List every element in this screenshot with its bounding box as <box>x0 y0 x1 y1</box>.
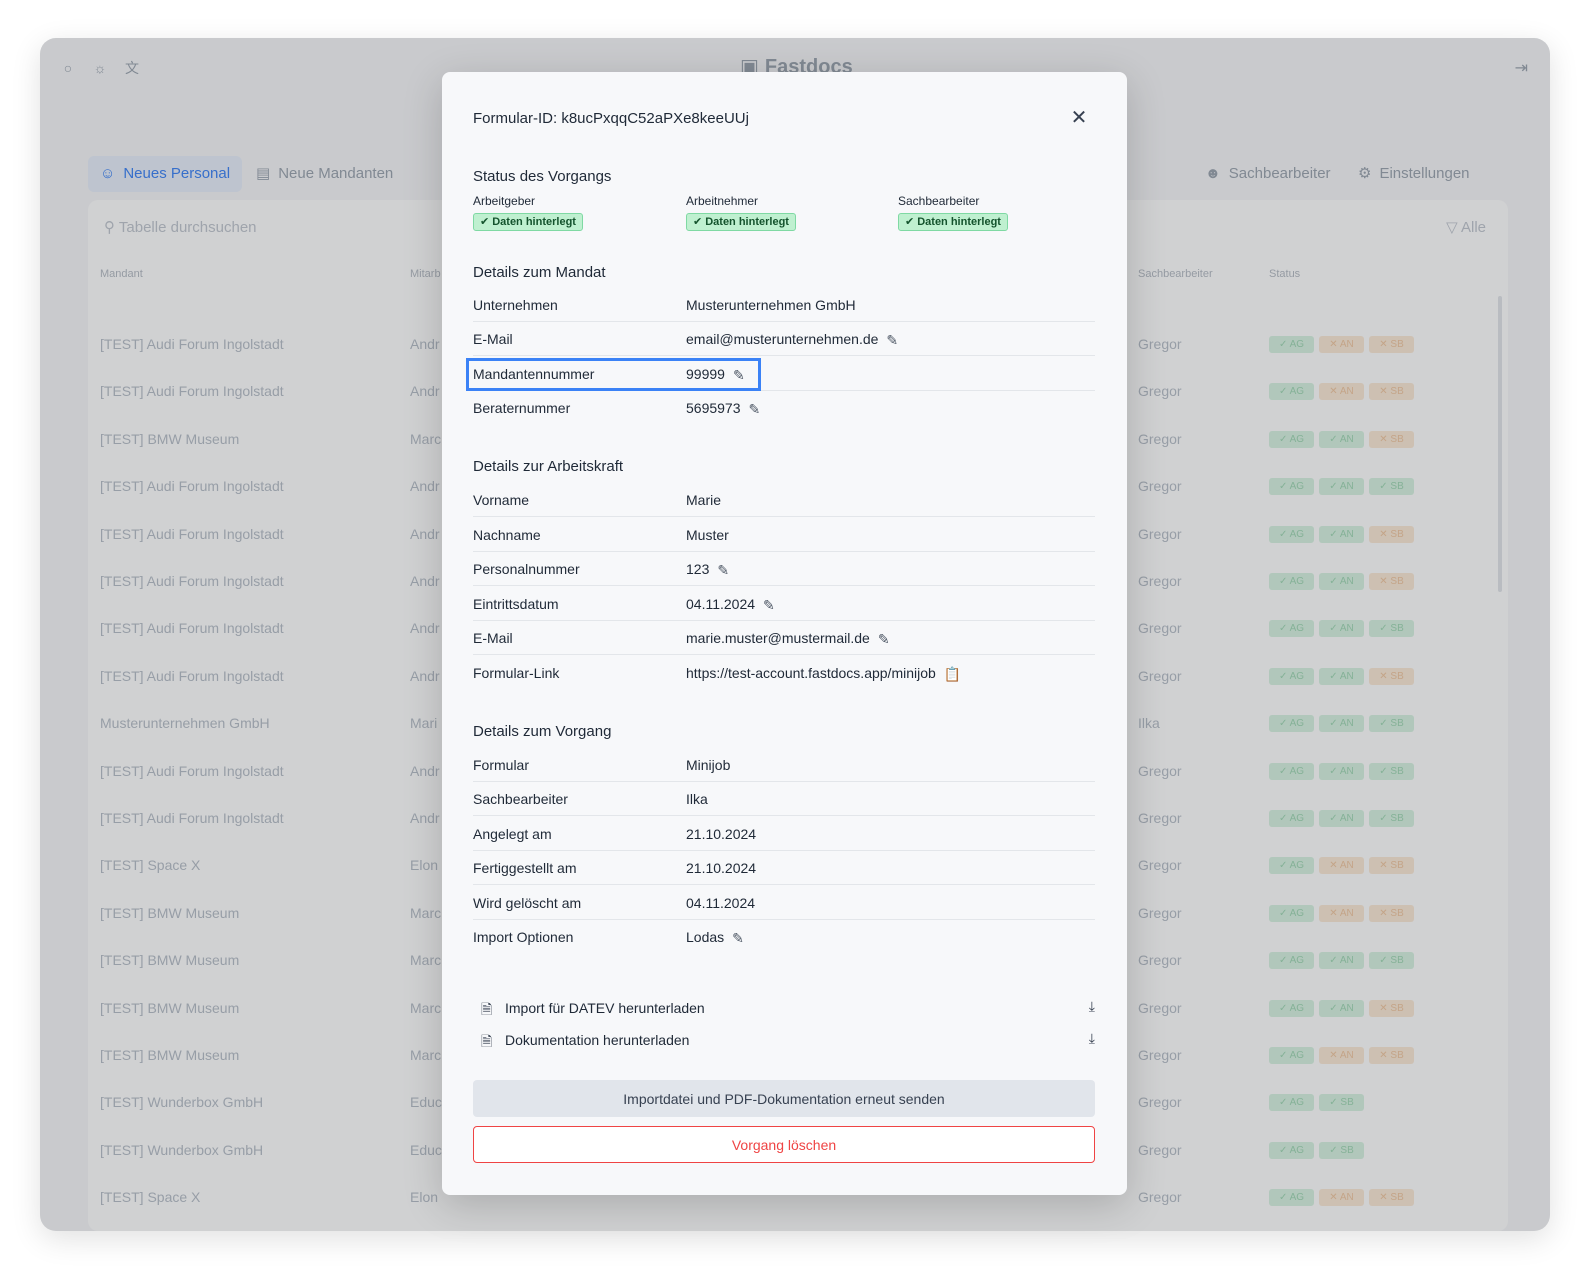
detail-row-nachname: Nachname Muster <box>473 518 1095 552</box>
check-icon: ✔ <box>693 216 703 228</box>
check-icon: ✔ <box>480 216 490 228</box>
detail-label: Beraternummer <box>473 400 571 416</box>
download-dokumentation[interactable]: 🗎 Dokumentation herunterladen ⤓ <box>481 1029 1095 1053</box>
check-icon: ✔ <box>905 216 915 228</box>
detail-label: E-Mail <box>473 630 513 646</box>
edit-icon[interactable]: ✎ <box>878 631 890 648</box>
status-label: Arbeitnehmer <box>686 194 759 208</box>
detail-label: E-Mail <box>473 331 513 347</box>
detail-label: Formular-Link <box>473 665 560 681</box>
detail-row-personalnummer: Personalnummer 123 ✎ <box>473 552 1095 586</box>
edit-icon[interactable]: ✎ <box>717 562 729 579</box>
edit-icon[interactable]: ✎ <box>732 930 744 947</box>
detail-value: Musterunternehmen GmbH <box>686 297 856 313</box>
detail-label: Vorname <box>473 492 530 508</box>
detail-label: Personalnummer <box>473 561 580 577</box>
detail-value: 21.10.2024 <box>686 826 757 842</box>
close-icon[interactable]: ✕ <box>1069 108 1089 128</box>
detail-row-import-optionen: Import Optionen Lodas ✎ <box>473 920 1095 954</box>
status-badge: ✔ Daten hinterlegt <box>686 213 796 231</box>
delete-button[interactable]: Vorgang löschen <box>473 1126 1095 1163</box>
detail-label: Wird gelöscht am <box>473 895 582 911</box>
section-title-status: Status des Vorgangs <box>473 168 612 185</box>
detail-row-geloescht: Wird gelöscht am 04.11.2024 <box>473 886 1095 920</box>
status-arbeitgeber: Arbeitgeber ✔ Daten hinterlegt <box>473 194 583 231</box>
details-modal: Formular-ID: k8ucPxqqC52aPXe8keeUUj ✕ St… <box>442 72 1127 1195</box>
detail-label: Nachname <box>473 527 541 543</box>
detail-value: email@musterunternehmen.de ✎ <box>686 331 899 349</box>
detail-value: 04.11.2024 ✎ <box>686 596 775 614</box>
pdf-icon: 🗎 <box>481 1033 493 1049</box>
detail-row-formular-link: Formular-Link https://test-account.fastd… <box>473 656 1095 690</box>
detail-row-email-arbeitskraft: E-Mail marie.muster@mustermail.de ✎ <box>473 621 1095 655</box>
status-badge: ✔ Daten hinterlegt <box>473 213 583 231</box>
status-sachbearbeiter: Sachbearbeiter ✔ Daten hinterlegt <box>898 194 1008 231</box>
download-datev-import[interactable]: 🗎 Import für DATEV herunterladen ⤓ <box>481 997 1095 1021</box>
detail-label: Unternehmen <box>473 297 558 313</box>
resend-button[interactable]: Importdatei und PDF-Dokumentation erneut… <box>473 1080 1095 1117</box>
detail-value: Muster <box>686 527 729 543</box>
detail-value: Marie <box>686 492 722 508</box>
edit-icon[interactable]: ✎ <box>886 332 898 349</box>
detail-row-vorname: Vorname Marie <box>473 483 1095 517</box>
detail-value: https://test-account.fastdocs.app/minijo… <box>686 665 962 683</box>
status-arbeitnehmer: Arbeitnehmer ✔ Daten hinterlegt <box>686 194 796 231</box>
detail-label: Import Optionen <box>473 929 574 945</box>
detail-value: Lodas ✎ <box>686 929 744 947</box>
detail-label: Formular <box>473 757 530 773</box>
status-label: Sachbearbeiter <box>898 194 980 208</box>
edit-icon[interactable]: ✎ <box>749 401 761 418</box>
detail-row-fertiggestellt: Fertiggestellt am 21.10.2024 <box>473 851 1095 885</box>
detail-row-email: E-Mail email@musterunternehmen.de ✎ <box>473 322 1095 356</box>
selection-highlight <box>466 358 761 391</box>
detail-label: Fertiggestellt am <box>473 860 577 876</box>
detail-row-beraternummer: Beraternummer 5695973 ✎ <box>473 391 1095 425</box>
detail-row-sachbearbeiter: Sachbearbeiter Ilka <box>473 782 1095 816</box>
section-title-arbeitskraft: Details zur Arbeitskraft <box>473 458 624 475</box>
section-title-mandat: Details zum Mandat <box>473 264 606 281</box>
section-title-vorgang: Details zum Vorgang <box>473 723 612 740</box>
download-icon[interactable]: ⤓ <box>1089 1030 1095 1047</box>
edit-icon[interactable]: ✎ <box>763 597 775 614</box>
download-icon[interactable]: ⤓ <box>1089 998 1095 1015</box>
detail-row-formular: Formular Minijob <box>473 748 1095 782</box>
download-label: Dokumentation herunterladen <box>505 1032 690 1048</box>
detail-row-eintrittsdatum: Eintrittsdatum 04.11.2024 ✎ <box>473 587 1095 621</box>
detail-value: marie.muster@mustermail.de ✎ <box>686 630 890 648</box>
download-label: Import für DATEV herunterladen <box>505 1000 705 1016</box>
status-label: Arbeitgeber <box>473 194 536 208</box>
status-badge: ✔ Daten hinterlegt <box>898 213 1008 231</box>
detail-label: Sachbearbeiter <box>473 791 568 807</box>
detail-value: 21.10.2024 <box>686 860 757 876</box>
detail-value: 5695973 ✎ <box>686 400 761 418</box>
clipboard-icon[interactable]: 📋 <box>944 666 961 683</box>
detail-value: 04.11.2024 <box>686 895 756 911</box>
detail-value: Minijob <box>686 757 731 773</box>
modal-title: Formular-ID: k8ucPxqqC52aPXe8keeUUj <box>473 110 749 127</box>
detail-value: 123 ✎ <box>686 561 730 579</box>
file-icon: 🗎 <box>481 1001 493 1017</box>
detail-row-unternehmen: Unternehmen Musterunternehmen GmbH <box>473 288 1095 322</box>
detail-label: Eintrittsdatum <box>473 596 559 612</box>
detail-value: Ilka <box>686 791 708 807</box>
detail-label: Angelegt am <box>473 826 552 842</box>
detail-row-angelegt: Angelegt am 21.10.2024 <box>473 817 1095 851</box>
